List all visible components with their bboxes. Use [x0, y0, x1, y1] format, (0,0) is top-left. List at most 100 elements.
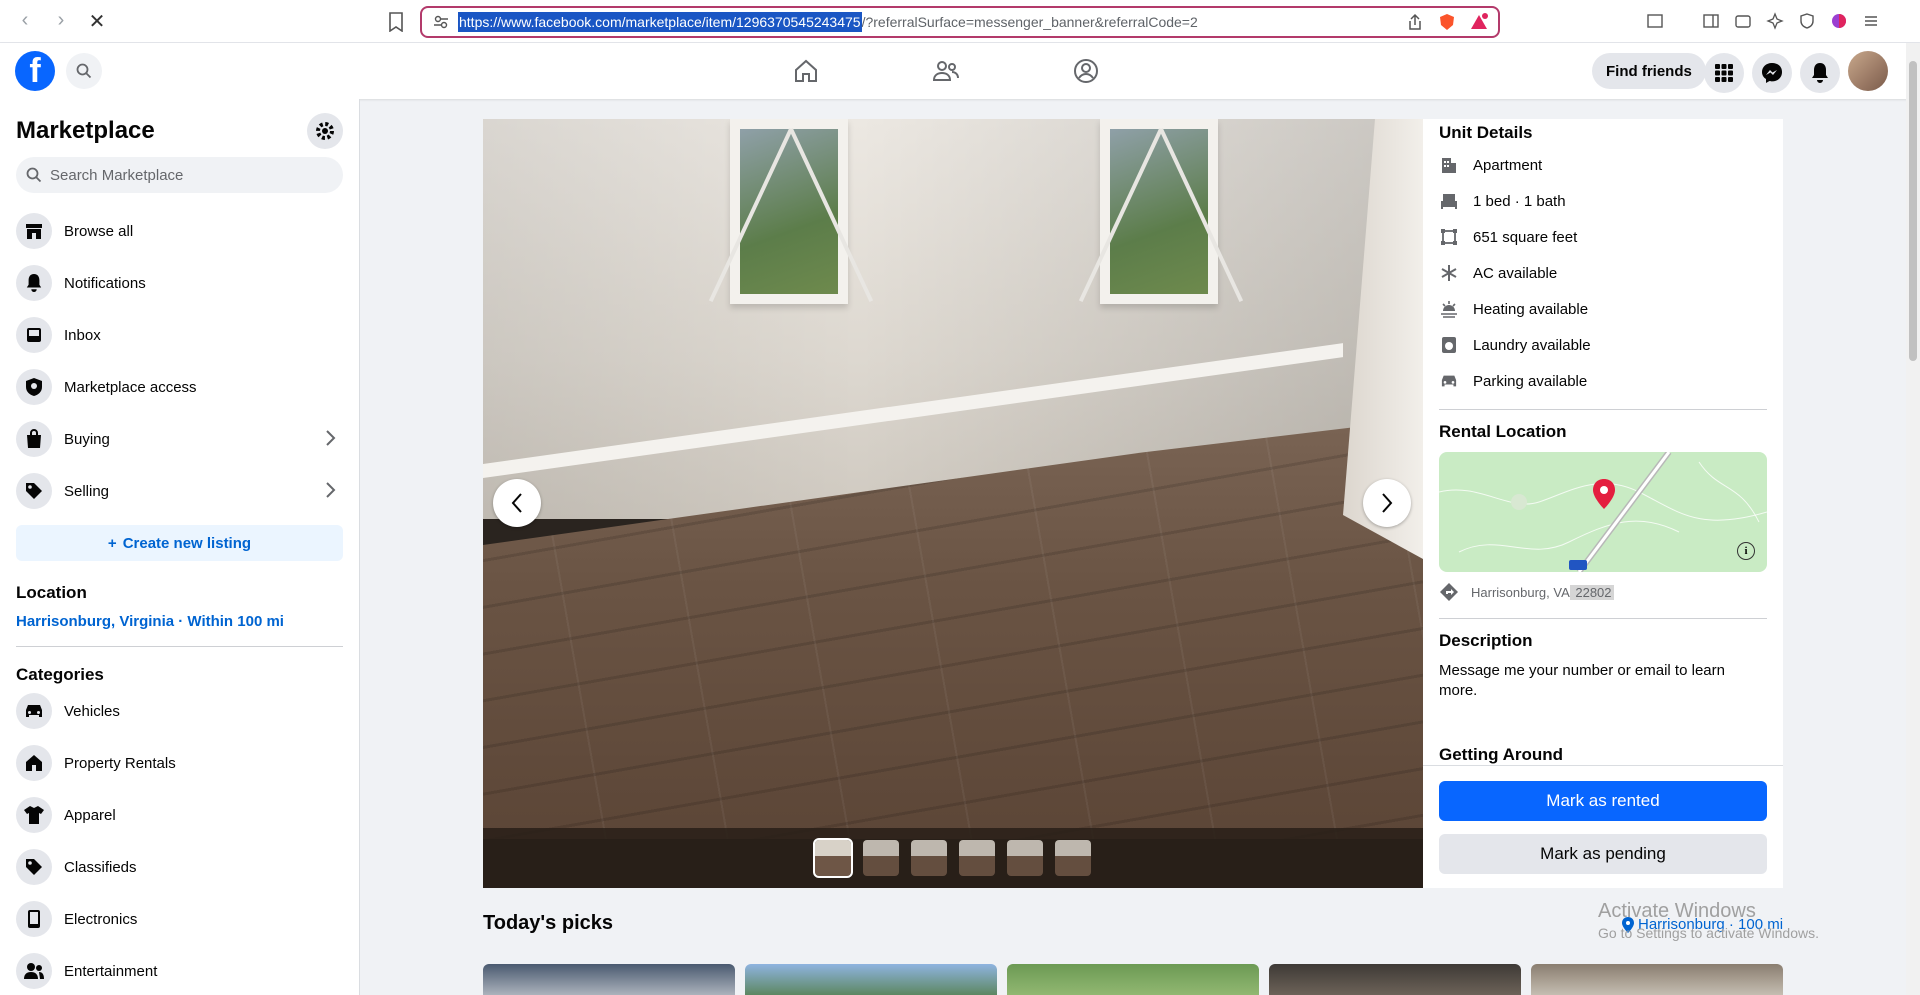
- photo-thumbnail[interactable]: [813, 838, 853, 878]
- sidebar-item-label: Notifications: [64, 274, 146, 292]
- pick-card[interactable]: [1531, 964, 1783, 995]
- search-icon: [76, 63, 92, 79]
- category-property-rentals[interactable]: Property Rentals: [16, 737, 343, 789]
- next-photo-button[interactable]: [1363, 479, 1411, 527]
- listing-photo-viewer[interactable]: [483, 119, 1423, 888]
- attribute-label: 1 bed · 1 bath: [1473, 192, 1566, 210]
- pick-card[interactable]: [483, 964, 735, 995]
- categories-heading: Categories: [16, 665, 104, 684]
- bookmark-icon[interactable]: [388, 12, 404, 32]
- photo-thumbnail[interactable]: [863, 840, 899, 876]
- mark-as-pending-button[interactable]: Mark as pending: [1439, 834, 1767, 874]
- sidebar-item-buying[interactable]: Buying: [16, 413, 343, 465]
- friends-icon: [932, 61, 959, 81]
- reader-icon[interactable]: [1646, 12, 1664, 30]
- pick-card[interactable]: [1007, 964, 1259, 995]
- find-friends-button[interactable]: Find friends: [1592, 53, 1706, 89]
- notifications-button[interactable]: [1800, 53, 1840, 93]
- location-zip: 22802: [1569, 584, 1614, 600]
- address-bar[interactable]: https://www.facebook.com/marketplace/ite…: [420, 6, 1500, 38]
- category-vehicles[interactable]: Vehicles: [16, 685, 343, 737]
- chevron-right-icon: [1382, 493, 1393, 513]
- sidebar-item-inbox[interactable]: Inbox: [16, 309, 343, 361]
- marketplace-search[interactable]: [16, 157, 343, 193]
- account-avatar[interactable]: [1848, 51, 1888, 91]
- category-apparel[interactable]: Apparel: [16, 789, 343, 841]
- sidebar-item-browse-all[interactable]: Browse all: [16, 205, 343, 257]
- menu-grid-button[interactable]: [1704, 53, 1744, 93]
- fb-search-button[interactable]: [66, 53, 102, 89]
- page-scrollbar[interactable]: [1906, 43, 1920, 995]
- location-map[interactable]: i: [1439, 452, 1767, 572]
- attribute-label: Apartment: [1473, 156, 1543, 174]
- photo-thumbnail[interactable]: [1007, 840, 1043, 876]
- building-icon: [1439, 155, 1459, 175]
- divider: [1439, 618, 1767, 619]
- photo-thumbnail[interactable]: [911, 840, 947, 876]
- facebook-top-nav: f Find friends: [0, 43, 1920, 99]
- washer-icon: [1439, 335, 1459, 355]
- people-icon: [16, 953, 52, 989]
- url-rest-text: /?referralSurface=messenger_banner&refer…: [861, 14, 1198, 30]
- sidebar-item-marketplace-access[interactable]: Marketplace access: [16, 361, 343, 413]
- plus-icon: +: [107, 534, 117, 552]
- phone-icon: [16, 901, 52, 937]
- back-icon[interactable]: ‹: [14, 9, 36, 34]
- attribute-row: 651 square feet: [1439, 219, 1767, 255]
- windows-activation-watermark: Activate Windows Go to Settings to activ…: [1598, 900, 1819, 941]
- pick-card[interactable]: [1269, 964, 1521, 995]
- category-entertainment[interactable]: Entertainment: [16, 945, 343, 995]
- friends-nav[interactable]: [930, 55, 962, 87]
- grid-icon: [1715, 64, 1733, 82]
- previous-photo-button[interactable]: [493, 479, 541, 527]
- sidebar-item-notifications[interactable]: Notifications: [16, 257, 343, 309]
- create-new-listing-button[interactable]: + Create new listing: [16, 525, 343, 561]
- sidebar-item-selling[interactable]: Selling: [16, 465, 343, 517]
- profile-color-icon[interactable]: [1830, 12, 1848, 30]
- sidebar-item-label: Marketplace access: [64, 378, 197, 396]
- forward-icon[interactable]: ›: [50, 9, 72, 34]
- stop-icon[interactable]: ✕: [86, 9, 108, 34]
- mark-as-rented-button[interactable]: Mark as rented: [1439, 781, 1767, 821]
- sidebar-header: Marketplace: [16, 113, 343, 149]
- marketplace-sidebar: Marketplace Browse all Notifications Inb…: [0, 99, 360, 995]
- shirt-icon: [16, 797, 52, 833]
- storefront-icon: [16, 213, 52, 249]
- listing-details-panel: Unit Details Apartment 1 bed · 1 bath 65…: [1423, 119, 1783, 888]
- groups-nav[interactable]: [1070, 55, 1102, 87]
- site-settings-icon[interactable]: [432, 13, 450, 31]
- category-classifieds[interactable]: Classifieds: [16, 841, 343, 893]
- todays-picks-heading: Today's picks: [483, 912, 613, 934]
- category-electronics[interactable]: Electronics: [16, 893, 343, 945]
- leo-ai-icon[interactable]: [1766, 12, 1784, 30]
- map-info-icon[interactable]: i: [1737, 542, 1755, 560]
- unit-attributes: Apartment 1 bed · 1 bath 651 square feet…: [1439, 147, 1767, 399]
- url-actions: [1406, 13, 1488, 31]
- location-link[interactable]: Harrisonburg, Virginia · Within 100 mi: [16, 613, 343, 647]
- photo-thumbnail[interactable]: [959, 840, 995, 876]
- menu-icon[interactable]: [1862, 12, 1880, 30]
- photo-thumbnail[interactable]: [1055, 840, 1091, 876]
- attribute-row: Apartment: [1439, 147, 1767, 183]
- brave-rewards-icon[interactable]: [1470, 13, 1488, 31]
- shield-icon: [16, 369, 52, 405]
- sidebar-item-label: Browse all: [64, 222, 134, 240]
- scrollbar-thumb[interactable]: [1909, 61, 1917, 361]
- home-icon: [795, 59, 817, 82]
- sidebar-item-label: Inbox: [64, 326, 101, 344]
- brave-shield-icon[interactable]: [1438, 13, 1456, 31]
- pick-card[interactable]: [745, 964, 997, 995]
- home-nav[interactable]: [790, 55, 822, 87]
- car-icon: [1439, 371, 1459, 391]
- share-icon[interactable]: [1406, 13, 1424, 31]
- facebook-logo-icon[interactable]: f: [15, 51, 55, 91]
- location-row: Harrisonburg, VA 22802: [1439, 582, 1767, 602]
- category-label: Electronics: [64, 910, 138, 928]
- sidebar-toggle-icon[interactable]: [1702, 12, 1720, 30]
- vpn-icon[interactable]: [1798, 12, 1816, 30]
- category-label: Vehicles: [64, 702, 120, 720]
- marketplace-search-input[interactable]: [50, 166, 330, 184]
- wallet-icon[interactable]: [1734, 12, 1752, 30]
- messenger-button[interactable]: [1752, 53, 1792, 93]
- settings-button[interactable]: [307, 113, 343, 149]
